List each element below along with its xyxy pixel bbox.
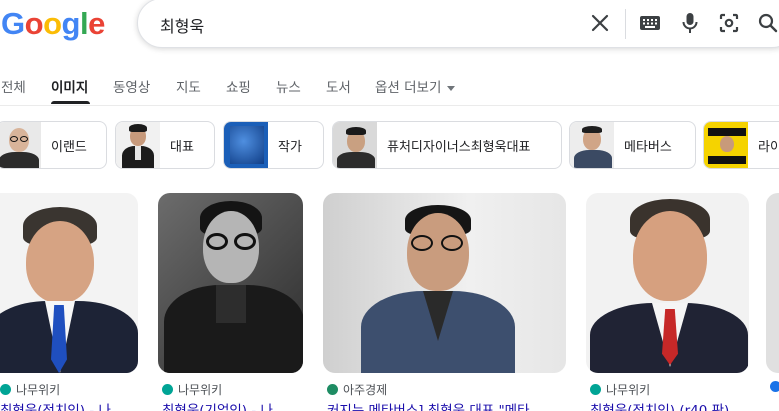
result-title[interactable]: 최형욱(정치인) - 나 [0,399,140,411]
tab-maps[interactable]: 지도 [176,76,201,96]
tab-books[interactable]: 도서 [326,76,351,96]
namuwiki-favicon-icon [162,384,173,395]
logo-letter: g [61,6,81,41]
caret-down-icon [447,85,456,91]
header: Google 최형욱 [0,0,779,58]
chip-label: 이랜드 [51,139,87,155]
divider [625,9,626,39]
tab-all[interactable]: 전체 [1,76,26,96]
result-image[interactable] [766,193,779,373]
favicon-icon [770,381,779,392]
related-chip[interactable]: 라이 [703,121,779,169]
result-title[interactable]: 커지는 메타버스] 최형욱 대표 "메타 [327,399,563,411]
ajunews-favicon-icon [327,384,338,395]
chip-label: 메타버스 [624,139,672,155]
close-icon[interactable] [588,11,612,35]
related-chip[interactable]: 메타버스 [569,121,696,169]
result-image[interactable] [158,193,303,373]
chip-label: 대표 [170,139,194,155]
result-source [770,381,779,392]
chip-thumbnail [224,122,268,168]
related-chip[interactable]: 대표 [115,121,215,169]
chip-thumbnail [0,122,41,168]
related-chip[interactable]: 퓨처디자이너스최형욱대표 [332,121,562,169]
logo-letter: e [88,6,105,41]
chip-label: 라이 [758,139,779,155]
chip-thumbnail [570,122,614,168]
namuwiki-favicon-icon [0,384,11,395]
related-chip[interactable]: 이랜드 [0,121,107,169]
tab-news[interactable]: 뉴스 [276,76,301,96]
result-source-name: 나무위키 [178,383,223,397]
active-tab-indicator [51,101,90,104]
result-image[interactable] [0,193,138,373]
chip-thumbnail [116,122,160,168]
result-source: 아주경제 [327,381,387,398]
chip-label: 퓨처디자이너스최형욱대표 [387,139,531,155]
logo-letter: o [24,6,44,41]
result-title[interactable]: 최형욱(기업인) - 나 [162,399,302,411]
result-source: 나무위키 [0,381,60,398]
search-input[interactable]: 최형욱 [160,13,204,37]
tab-shopping[interactable]: 쇼핑 [226,76,251,96]
lens-icon[interactable] [717,11,741,35]
result-source: 나무위키 [162,381,222,398]
related-chip[interactable]: 작가 [223,121,324,169]
google-logo[interactable]: Google [1,6,105,42]
result-image[interactable] [323,193,566,373]
chip-thumbnail [704,122,748,168]
microphone-icon[interactable] [678,11,702,35]
search-box[interactable]: 최형욱 [137,0,779,48]
chip-label: 작가 [278,139,302,155]
logo-letter: l [79,6,89,41]
result-image[interactable] [586,193,749,373]
logo-letter: o [43,6,62,41]
result-title[interactable]: 최형욱(정치인) (r40 판) [590,399,750,411]
keyboard-icon[interactable] [638,11,662,35]
result-source-name: 나무위키 [16,383,61,397]
tab-more-label: 옵션 더보기 [375,80,442,96]
search-icon[interactable] [756,11,779,35]
result-source-name: 아주경제 [343,383,388,397]
tab-videos[interactable]: 동영상 [113,76,150,96]
search-tabs: 전체 이미지 동영상 지도 쇼핑 뉴스 도서 옵션 더보기 [0,66,779,106]
tab-more-options[interactable]: 옵션 더보기 [375,76,456,96]
logo-letter: G [1,6,25,41]
result-source: 나무위키 [590,381,650,398]
result-source-name: 나무위키 [606,383,651,397]
namuwiki-favicon-icon [590,384,601,395]
tab-images[interactable]: 이미지 [51,76,88,96]
chip-thumbnail [333,122,377,168]
